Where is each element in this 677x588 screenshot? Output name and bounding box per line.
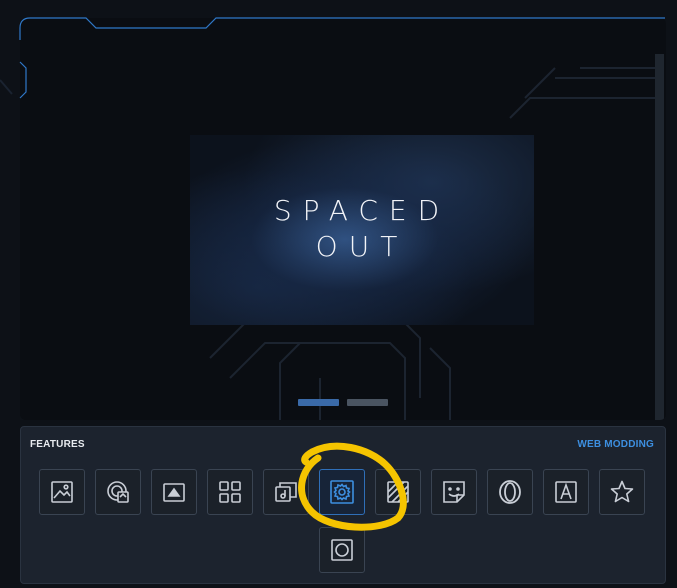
feature-font-button[interactable] (543, 469, 589, 515)
feature-stickers-button[interactable] (431, 469, 477, 515)
star-icon (610, 480, 634, 503)
features-panel: FEATURES WEB MODDING (20, 426, 666, 584)
shader-icon (387, 481, 409, 503)
sticker-icon (443, 481, 465, 503)
carousel-dot-1[interactable] (298, 399, 339, 406)
feature-favorites-button[interactable] (599, 469, 645, 515)
feature-apps-button[interactable] (207, 469, 253, 515)
settings-icon (330, 480, 354, 504)
feature-opera-button[interactable] (487, 469, 533, 515)
features-heading: FEATURES (30, 439, 85, 450)
frame-circle-icon (331, 539, 353, 561)
feature-settings-button[interactable] (319, 469, 365, 515)
web-modding-link[interactable]: WEB MODDING (577, 439, 654, 450)
feature-shader-button[interactable] (375, 469, 421, 515)
live-wallpaper-icon (107, 481, 129, 503)
theme-title: SPACED OUT (273, 194, 451, 263)
font-icon (555, 481, 577, 503)
feature-live-wallpaper-button[interactable] (95, 469, 141, 515)
background-music-icon (163, 483, 185, 502)
frame-accent (0, 17, 665, 99)
apps-grid-icon (219, 481, 241, 503)
browser-sounds-icon (275, 482, 297, 502)
feature-frame-button[interactable] (319, 527, 365, 573)
theme-hero-image: SPACED OUT (190, 135, 534, 325)
feature-wallpaper-button[interactable] (39, 469, 85, 515)
opera-logo-icon (499, 480, 521, 504)
feature-browser-sounds-button[interactable] (263, 469, 309, 515)
wallpaper-icon (51, 481, 73, 503)
feature-background-music-button[interactable] (151, 469, 197, 515)
carousel-dot-2[interactable] (347, 399, 388, 406)
